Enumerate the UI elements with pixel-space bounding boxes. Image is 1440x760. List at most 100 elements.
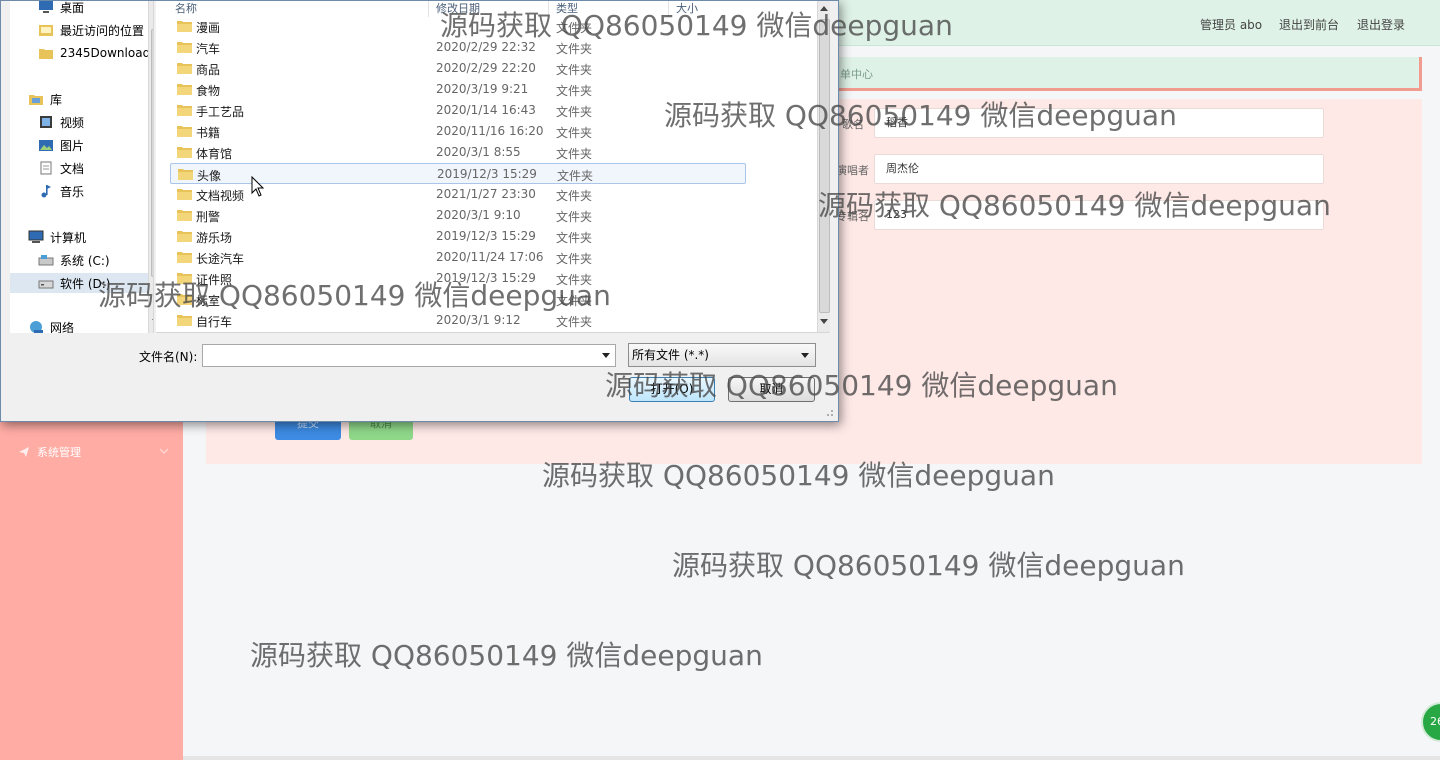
filetype-select[interactable]: 所有文件 (*.*) xyxy=(628,343,816,367)
nav-item-label: 音乐 xyxy=(60,184,85,199)
nav-item-label: 2345Downloads xyxy=(60,46,154,60)
logout-link[interactable]: 退出登录 xyxy=(1357,16,1405,33)
nav-item-downloads[interactable]: 2345Downloads xyxy=(38,43,154,63)
breadcrumb-text: 单中心 xyxy=(840,68,873,81)
picture-icon xyxy=(39,140,53,151)
column-header-date[interactable]: 修改日期 xyxy=(436,1,480,17)
album-input[interactable]: 123 xyxy=(874,200,1324,230)
file-row[interactable]: 体育馆 2020/3/1 8:55 文件夹 xyxy=(170,142,746,163)
folder-icon xyxy=(177,84,192,95)
nav-item-desktop[interactable]: 桌面 xyxy=(38,1,84,17)
file-row[interactable]: 标室 文件夹 xyxy=(170,289,746,310)
singer-label: 演唱者 xyxy=(836,164,869,177)
page-bottom-border xyxy=(183,756,1440,760)
file-row[interactable]: 自行车 2020/3/1 9:12 文件夹 xyxy=(170,310,746,331)
file-row[interactable]: 商品 2020/2/29 22:20 文件夹 xyxy=(170,58,746,79)
nav-item-documents[interactable]: 文档 xyxy=(38,158,84,178)
folder-icon xyxy=(178,169,193,180)
file-type: 文件夹 xyxy=(556,84,593,98)
filename-input[interactable] xyxy=(202,344,616,367)
nav-item-recent-places[interactable]: 最近访问的位置 xyxy=(38,20,144,40)
dialog-cancel-button[interactable]: 取消 xyxy=(728,377,815,402)
file-row[interactable]: 刑警 2020/3/1 9:10 文件夹 xyxy=(170,205,746,226)
nav-item-label: 最近访问的位置 xyxy=(60,23,145,38)
file-row[interactable]: 书籍 2020/11/16 16:20 文件夹 xyxy=(170,121,746,142)
document-icon xyxy=(40,161,52,175)
nav-scrollbar[interactable] xyxy=(148,1,154,333)
file-name: 头像 xyxy=(197,169,222,183)
nav-item-label: 视频 xyxy=(60,115,85,130)
nav-item-label: 软件 (D:) xyxy=(60,276,111,291)
file-date: 2020/11/16 16:20 xyxy=(436,124,544,138)
top-navbar: 管理员 abo 退出到前台 退出登录 xyxy=(835,0,1440,46)
floating-badge[interactable]: 26 xyxy=(1421,702,1440,742)
video-icon xyxy=(40,116,52,128)
column-header-type[interactable]: 类型 xyxy=(556,1,578,17)
nav-item-network[interactable]: 网络 xyxy=(28,317,74,333)
computer-icon xyxy=(28,230,44,243)
back-to-frontend-link[interactable]: 退出到前台 xyxy=(1279,16,1339,33)
drive-icon xyxy=(38,280,54,289)
file-list-scrollbar-thumb[interactable] xyxy=(819,19,830,313)
watermark-text: 源码获取 QQ86050149 微信deepguan xyxy=(250,639,763,672)
file-row[interactable]: 游乐场 2019/12/3 15:29 文件夹 xyxy=(170,226,746,247)
nav-item-videos[interactable]: 视频 xyxy=(38,112,84,132)
scroll-down-arrow-icon[interactable] xyxy=(820,319,828,325)
file-name: 食物 xyxy=(196,84,221,98)
chevron-down-icon[interactable] xyxy=(602,353,610,358)
folder-icon xyxy=(177,63,192,74)
file-name: 标室 xyxy=(196,294,221,308)
nav-item-music[interactable]: 音乐 xyxy=(38,181,84,201)
file-date: 2020/11/24 17:06 xyxy=(436,250,544,264)
music-icon xyxy=(41,185,51,198)
file-name: 手工艺品 xyxy=(196,105,245,119)
file-row[interactable]: 手工艺品 2020/1/14 16:43 文件夹 xyxy=(170,100,746,121)
scroll-down-arrow-icon[interactable] xyxy=(152,319,154,325)
send-icon xyxy=(19,447,29,457)
file-date: 2020/2/29 22:32 xyxy=(436,40,536,54)
column-separator[interactable] xyxy=(548,1,549,17)
scroll-up-arrow-icon[interactable] xyxy=(820,5,828,11)
song-name-label: 歌名 xyxy=(842,118,864,131)
folder-icon xyxy=(177,210,192,221)
admin-user-link[interactable]: 管理员 abo xyxy=(1200,16,1262,33)
nav-item-libraries[interactable]: 库 xyxy=(28,89,62,109)
singer-input[interactable]: 周杰伦 xyxy=(874,154,1324,184)
sidebar-item-system-management[interactable]: 系统管理 xyxy=(0,440,183,464)
file-date: 2019/12/3 15:29 xyxy=(436,229,536,243)
file-row[interactable]: 长途汽车 2020/11/24 17:06 文件夹 xyxy=(170,247,746,268)
column-separator[interactable] xyxy=(668,1,669,17)
open-button[interactable]: 打开(O) xyxy=(629,377,715,402)
file-name: 长途汽车 xyxy=(196,252,245,266)
nav-item-drive-d[interactable]: 软件 (D:) xyxy=(10,273,148,293)
column-separator[interactable] xyxy=(428,1,429,17)
file-row[interactable]: 漫画 文件夹 xyxy=(170,16,746,37)
song-name-input[interactable]: 稻香 xyxy=(874,108,1324,138)
column-header-name[interactable]: 名称 xyxy=(175,1,197,17)
nav-item-pictures[interactable]: 图片 xyxy=(38,135,84,155)
file-row[interactable]: 汽车 2020/2/29 22:32 文件夹 xyxy=(170,37,746,58)
file-type: 文件夹 xyxy=(556,231,593,245)
file-type: 文件夹 xyxy=(556,21,593,35)
file-name: 游乐场 xyxy=(196,231,233,245)
file-name: 漫画 xyxy=(196,21,221,35)
desktop-icon xyxy=(39,1,53,13)
nav-item-label: 计算机 xyxy=(50,230,87,245)
file-name: 自行车 xyxy=(196,315,233,329)
nav-item-drive-c[interactable]: 系统 (C:) xyxy=(38,250,110,270)
file-type: 文件夹 xyxy=(556,210,593,224)
breadcrumb: 单中心 xyxy=(835,57,1422,91)
file-date: 2021/1/27 23:30 xyxy=(436,187,536,201)
folder-icon xyxy=(177,252,192,263)
column-header-size[interactable]: 大小 xyxy=(676,1,698,17)
file-date: 2020/3/1 8:55 xyxy=(436,145,521,159)
nav-item-computer[interactable]: 计算机 xyxy=(28,227,86,247)
file-type: 文件夹 xyxy=(556,273,593,287)
resize-grip-icon[interactable] xyxy=(822,405,834,417)
album-label: 专辑名 xyxy=(836,210,869,223)
libraries-icon xyxy=(29,95,43,105)
file-row[interactable]: 食物 2020/3/19 9:21 文件夹 xyxy=(170,79,746,100)
file-list-scrollbar[interactable] xyxy=(817,1,830,332)
nav-scrollbar-thumb[interactable] xyxy=(151,29,153,277)
file-row[interactable]: 证件照 2019/12/3 15:29 文件夹 xyxy=(170,268,746,289)
